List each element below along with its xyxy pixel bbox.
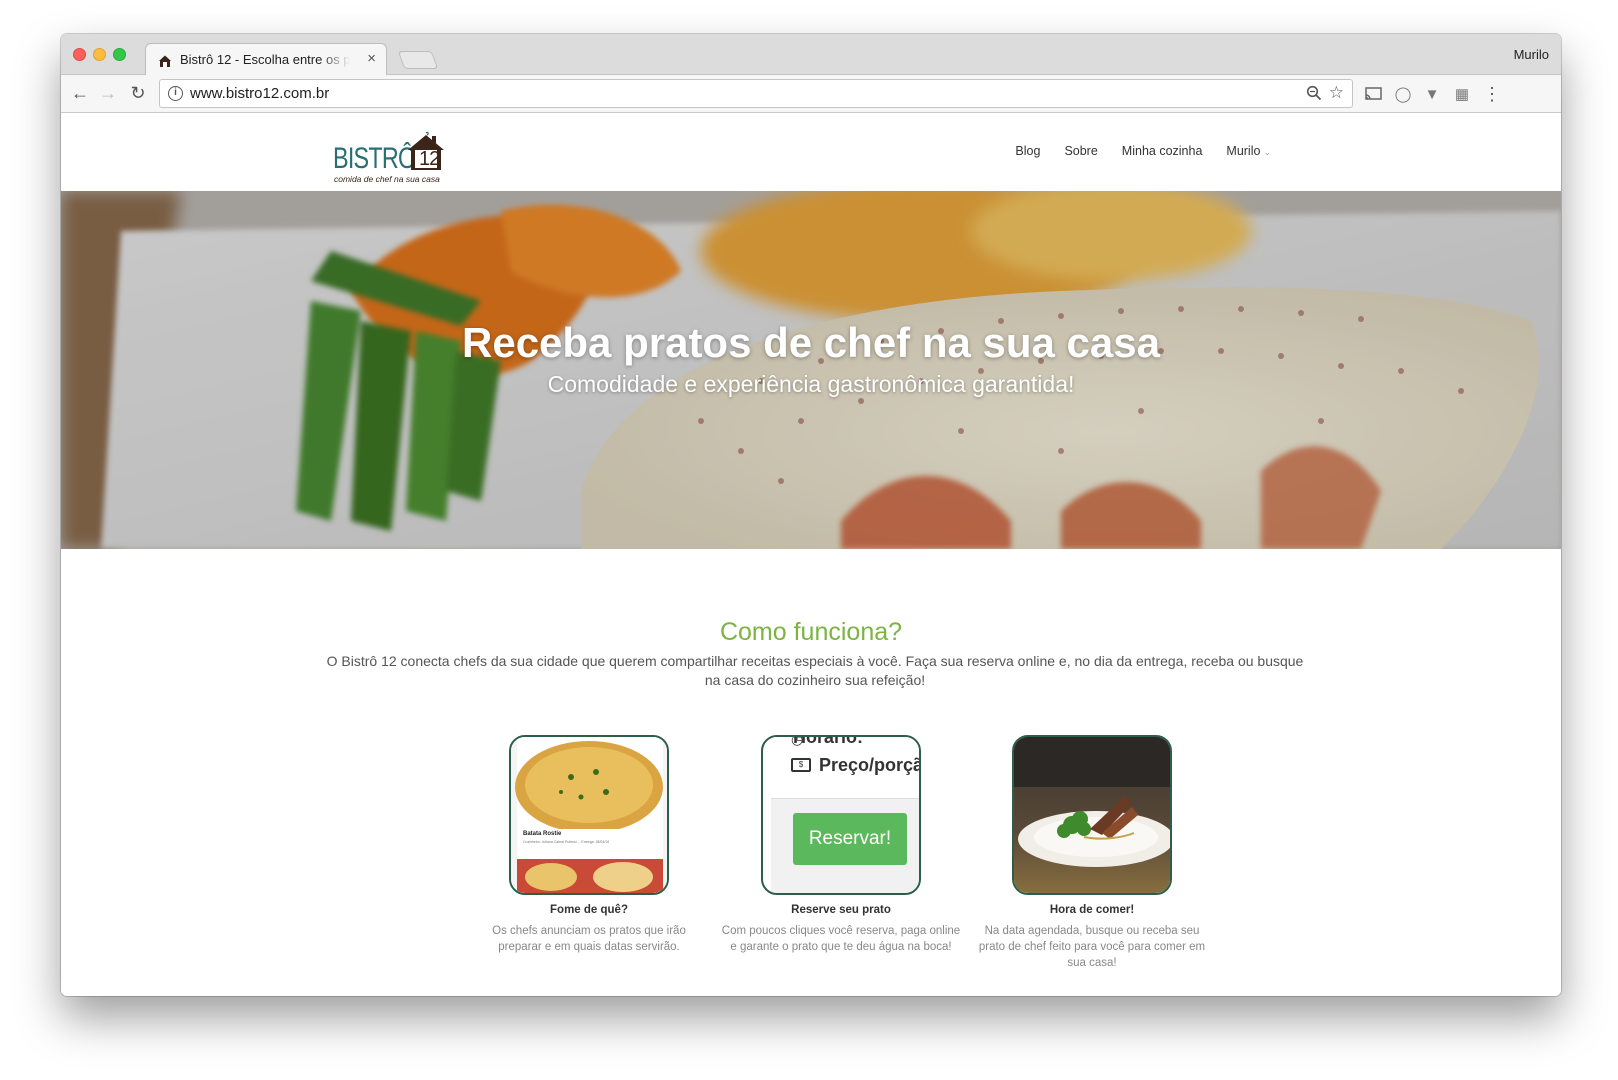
step-1-image-subcaption: Cozinheiro: Juliana Cabral Pulhesi ... E… [523,840,610,844]
how-it-works-description: O Bistrô 12 conecta chefs da sua cidade … [326,653,1304,688]
nav-minha-cozinha[interactable]: Minha cozinha [1122,144,1203,158]
step-3-title: Hora de comer! [1049,904,1135,916]
close-window-button[interactable] [73,48,86,61]
web-page: BISTRÔ 12 comida de chef na sua casa Blo… [61,114,1561,996]
hero-subtitle: Comodidade e experiência gastronômica ga… [547,371,1075,397]
maximize-window-button[interactable] [113,48,126,61]
browser-tab[interactable]: Bistrô 12 - Escolha entre os pratos × [145,43,387,76]
hero-food-image [61,191,1561,549]
clock-icon: ◷ [791,735,804,747]
nav-user-menu[interactable]: Murilo ⌄ [1226,144,1271,158]
step-2-reserve-button-image: Reservar! [793,813,907,865]
browser-menu-icon[interactable]: ⋮ [1482,84,1502,104]
tab-title: Bistrô 12 - Escolha entre os pratos [180,52,350,67]
nav-sobre[interactable]: Sobre [1064,144,1097,158]
extension-v-icon[interactable]: ▼ [1422,84,1442,104]
browser-toolbar: ← → ↻ i www.bistro12.com.br ☆ ◯ ▼ ▦ ⋮ [61,75,1561,113]
hero-banner: Receba pratos de chef na sua casa Comodi… [61,191,1561,549]
site-header: BISTRÔ 12 comida de chef na sua casa Blo… [61,114,1561,191]
minimize-window-button[interactable] [93,48,106,61]
bookmark-star-icon[interactable]: ☆ [1329,83,1344,103]
plated-dish-image [1014,737,1170,893]
step-1-image: Batata Rostie Cozinheiro: Juliana Cabral… [509,735,669,895]
url-text[interactable]: www.bistro12.com.br [190,85,329,102]
how-it-works-title: Como funciona? [719,618,903,646]
close-tab-icon[interactable]: × [367,50,376,67]
step-2-image-line1: Horário: [793,735,864,747]
step-3-image [1012,735,1172,895]
step-2-image: Horário: ◷ Preço/porção $ Reservar! [761,735,921,895]
logo-tagline: comida de chef na sua casa [334,174,440,184]
logo-number: 12 [419,148,440,170]
chevron-down-icon: ⌄ [1263,147,1271,157]
hero-title: Receba pratos de chef na sua casa [462,319,1160,366]
extension-circle-icon[interactable]: ◯ [1393,84,1413,104]
step-1-title: Fome de quê? [550,904,628,916]
profile-name[interactable]: Murilo [1514,47,1549,62]
reload-icon[interactable]: ↻ [127,82,149,104]
step-2-image-line2: Preço/porção [819,755,919,775]
browser-window: Bistrô 12 - Escolha entre os pratos × Mu… [61,34,1561,996]
step-1-image-caption: Batata Rostie [523,831,562,837]
zoom-icon[interactable] [1306,85,1322,101]
cast-icon[interactable] [1363,84,1383,104]
forward-arrow-icon[interactable]: → [97,82,119,104]
nav-user-name: Murilo [1226,144,1261,158]
logo-text: BISTRÔ [333,142,416,175]
step-2-text: Com poucos cliques você reserva, paga on… [721,925,961,953]
house-favicon-icon [159,55,171,67]
back-arrow-icon[interactable]: ← [69,82,91,104]
extension-grid-icon[interactable]: ▦ [1452,84,1472,104]
tab-strip: Bistrô 12 - Escolha entre os pratos × Mu… [61,34,1561,76]
site-nav: Blog Sobre Minha cozinha Murilo ⌄ [1015,144,1271,158]
potato-rosti-image [511,737,667,893]
step-2-title: Reserve seu prato [791,904,891,916]
new-tab-button[interactable] [397,51,439,69]
step-1-text: Os chefs anunciam os pratos que irão pre… [492,925,686,953]
nav-blog[interactable]: Blog [1015,144,1040,158]
address-bar[interactable]: i www.bistro12.com.br ☆ [159,79,1353,108]
bistro12-logo[interactable]: BISTRÔ 12 comida de chef na sua casa [333,126,448,184]
step-3-text: Na data agendada, busque ou receba seu p… [978,925,1206,969]
money-icon: $ [791,758,811,772]
info-icon[interactable]: i [168,86,183,101]
